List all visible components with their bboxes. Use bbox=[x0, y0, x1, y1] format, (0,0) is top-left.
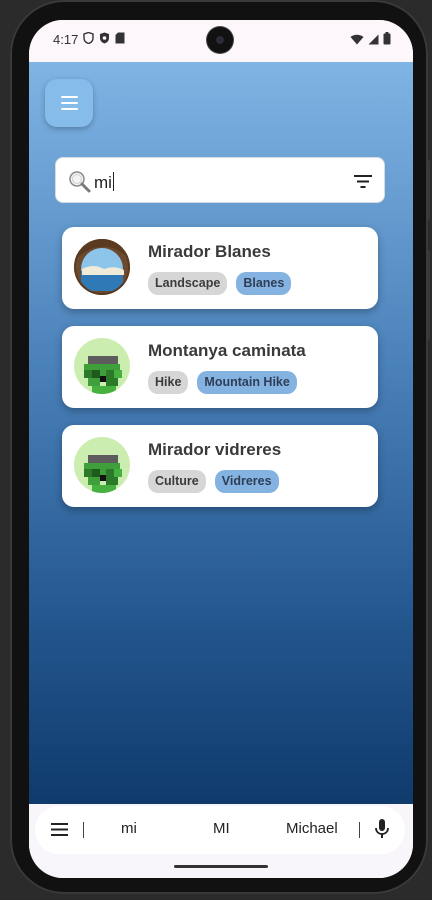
tag-list: Hike Mountain Hike bbox=[148, 371, 297, 394]
battery-icon bbox=[383, 32, 391, 48]
pixel-avatar bbox=[74, 437, 130, 493]
power-button bbox=[426, 160, 430, 220]
suggestion-strip: mi MI Michael bbox=[35, 806, 405, 854]
text-cursor bbox=[112, 172, 114, 191]
wifi-icon bbox=[350, 33, 364, 48]
result-title: Mirador vidreres bbox=[148, 440, 282, 459]
tag-list: Culture Vidreres bbox=[148, 470, 279, 493]
main-content: mi Mirador Blanes Landscape Blanes Monta… bbox=[29, 62, 413, 804]
filter-icon[interactable] bbox=[354, 175, 372, 193]
screen: 4:17 mi Mirador Blanes Landscape Blanes … bbox=[29, 20, 413, 878]
suggestion-word[interactable]: MI bbox=[213, 820, 230, 837]
result-card[interactable]: Mirador vidreres Culture Vidreres bbox=[62, 425, 378, 507]
suggestion-divider bbox=[359, 822, 360, 838]
search-icon bbox=[68, 170, 92, 199]
result-card[interactable]: Mirador Blanes Landscape Blanes bbox=[62, 227, 378, 309]
suggestion-divider bbox=[83, 822, 84, 838]
suggestion-word[interactable]: Michael bbox=[286, 820, 338, 837]
place-photo-avatar bbox=[74, 239, 130, 295]
status-bar: 4:17 bbox=[29, 20, 413, 62]
category-tag: Hike bbox=[148, 371, 189, 394]
location-tag: Mountain Hike bbox=[197, 371, 297, 394]
camera-cutout bbox=[207, 27, 233, 53]
result-title: Mirador Blanes bbox=[148, 242, 271, 261]
location-tag: Vidreres bbox=[214, 470, 279, 493]
tag-list: Landscape Blanes bbox=[148, 272, 292, 295]
category-tag: Landscape bbox=[148, 272, 228, 295]
sd-card-icon bbox=[115, 32, 125, 47]
shield-icon bbox=[83, 31, 95, 47]
menu-icon bbox=[60, 96, 78, 98]
status-time: 4:17 bbox=[53, 32, 79, 47]
search-input[interactable]: mi bbox=[94, 172, 114, 193]
search-input-value: mi bbox=[94, 173, 112, 192]
result-card[interactable]: Montanya caminata Hike Mountain Hike bbox=[62, 326, 378, 408]
vpn-icon bbox=[99, 32, 110, 47]
volume-button bbox=[426, 250, 430, 340]
search-bar[interactable]: mi bbox=[55, 157, 385, 203]
suggestion-word[interactable]: mi bbox=[121, 820, 137, 837]
microphone-icon[interactable] bbox=[375, 819, 389, 844]
signal-icon bbox=[368, 33, 379, 48]
location-tag: Blanes bbox=[236, 272, 292, 295]
menu-button[interactable] bbox=[45, 79, 93, 127]
pixel-avatar bbox=[74, 338, 130, 394]
home-indicator[interactable] bbox=[174, 865, 268, 868]
result-title: Montanya caminata bbox=[148, 341, 306, 360]
keyboard-menu-icon[interactable] bbox=[51, 823, 68, 841]
category-tag: Culture bbox=[148, 470, 206, 493]
